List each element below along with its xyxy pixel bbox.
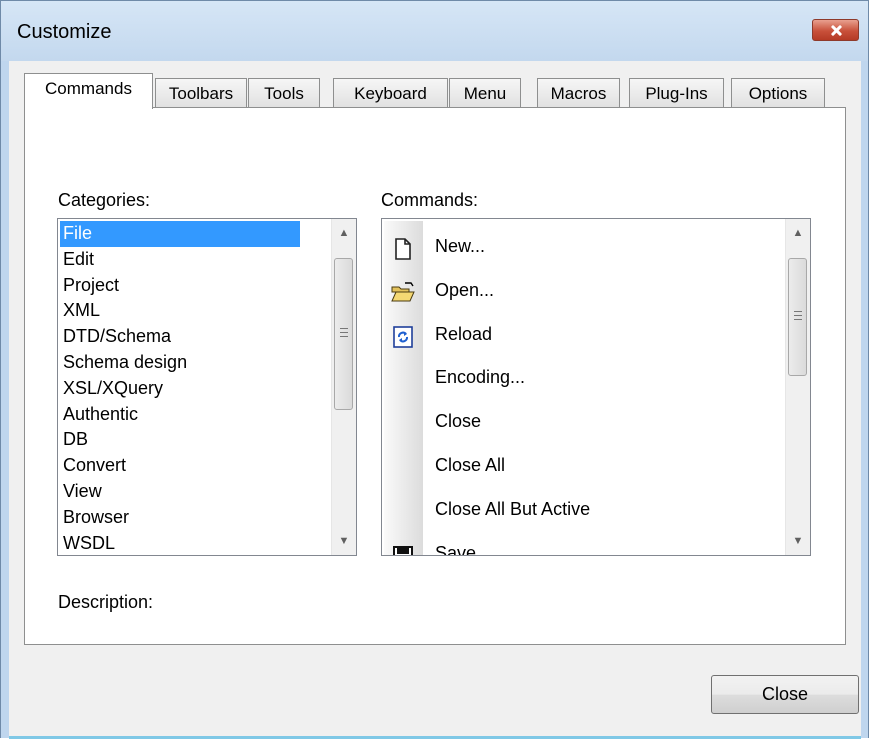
tab-keyboard[interactable]: Keyboard (333, 78, 448, 107)
category-item[interactable]: Authentic (60, 402, 300, 428)
tab-macros[interactable]: Macros (537, 78, 620, 107)
category-item[interactable]: Convert (60, 453, 300, 479)
category-item[interactable]: WSDL (60, 531, 300, 555)
command-item-reload[interactable]: Reload (384, 313, 774, 357)
category-item[interactable]: XML (60, 298, 300, 324)
tab-strip: Commands Toolbars Tools Keyboard Menu Ma… (9, 61, 861, 109)
category-item[interactable]: Browser (60, 505, 300, 531)
commands-tab-panel: Categories: File Edit Project XML DTD/Schema… (24, 107, 846, 645)
scroll-thumb[interactable] (788, 258, 807, 376)
reload-icon (391, 322, 415, 348)
description-label: Description: (58, 592, 154, 612)
category-item[interactable]: XSL/XQuery (60, 376, 300, 402)
categories-label: Categories: (58, 190, 151, 210)
command-item-close-all-but-active[interactable]: Close All But Active (384, 488, 774, 532)
command-label: Close All (435, 454, 506, 475)
category-item[interactable]: Edit (60, 247, 300, 273)
open-folder-icon (391, 278, 415, 302)
commands-scrollbar[interactable]: ▲ ▼ (785, 219, 810, 555)
category-item[interactable]: DB (60, 427, 300, 453)
command-item-close[interactable]: Close (384, 400, 774, 444)
scroll-down-arrow-icon[interactable]: ▼ (786, 529, 810, 553)
scroll-thumb[interactable] (334, 258, 353, 410)
commands-list: New... Open... Reload Encoding... Close … (384, 225, 774, 556)
command-label: Close All But Active (435, 498, 591, 519)
commands-listbox[interactable]: New... Open... Reload Encoding... Close … (381, 218, 811, 556)
command-item-save[interactable]: Save (384, 532, 774, 556)
command-item-close-all[interactable]: Close All (384, 444, 774, 488)
command-label: New... (435, 236, 486, 256)
categories-scrollbar[interactable]: ▲ ▼ (331, 219, 356, 555)
category-item[interactable]: File (60, 221, 300, 247)
scroll-up-arrow-icon[interactable]: ▲ (332, 221, 356, 245)
command-label: Encoding... (435, 367, 526, 388)
tab-menu[interactable]: Menu (449, 78, 521, 107)
category-item[interactable]: Project (60, 273, 300, 299)
category-item[interactable]: View (60, 479, 300, 505)
new-document-icon (391, 234, 415, 260)
command-label: Close (435, 411, 482, 432)
tab-toolbars[interactable]: Toolbars (155, 78, 247, 107)
command-label: Open... (435, 279, 495, 300)
command-item-open[interactable]: Open... (384, 269, 774, 313)
tab-plug-ins[interactable]: Plug-Ins (629, 78, 724, 107)
window-title: Customize (17, 21, 112, 43)
commands-label: Commands: (381, 190, 479, 210)
categories-list: File Edit Project XML DTD/Schema Schema desig… (60, 221, 300, 555)
categories-listbox[interactable]: File Edit Project XML DTD/Schema Schema desig… (57, 218, 357, 556)
tab-tools[interactable]: Tools (248, 78, 320, 107)
save-icon (391, 541, 415, 555)
tab-options[interactable]: Options (731, 78, 825, 107)
command-label: Save (435, 542, 477, 556)
window-close-button[interactable] (812, 19, 859, 41)
category-item[interactable]: DTD/Schema (60, 324, 300, 350)
dialog-client-area: Commands Toolbars Tools Keyboard Menu Ma… (9, 61, 861, 736)
category-item[interactable]: Schema design (60, 350, 300, 376)
scroll-up-arrow-icon[interactable]: ▲ (786, 221, 810, 245)
title-bar: Customize (1, 1, 868, 61)
command-label: Reload (435, 323, 493, 344)
scroll-down-arrow-icon[interactable]: ▼ (332, 529, 356, 553)
customize-dialog: Customize Commands Toolbars Tools Keyboa… (0, 0, 869, 739)
command-item-new[interactable]: New... (384, 225, 774, 269)
tab-commands[interactable]: Commands (24, 73, 153, 109)
close-button[interactable]: Close (711, 675, 859, 714)
command-item-encoding[interactable]: Encoding... (384, 356, 774, 400)
